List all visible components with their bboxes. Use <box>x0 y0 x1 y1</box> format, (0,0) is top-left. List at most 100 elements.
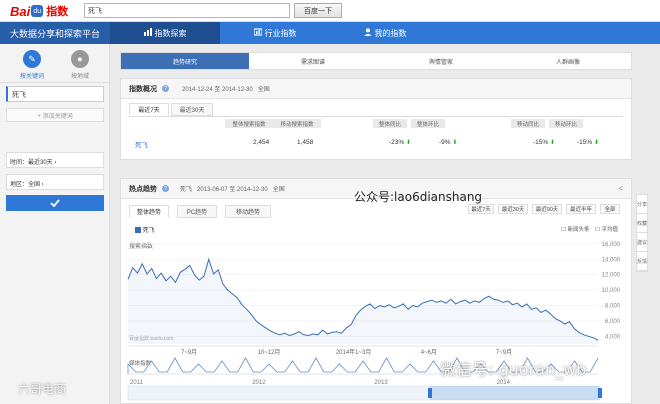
overview-date-range: 2014-12-24 至 2014-12-30 <box>182 87 253 93</box>
user-icon <box>364 28 372 38</box>
pill-last-7-days[interactable]: 最近7天 <box>129 103 169 116</box>
y-tick-label: 10,000 <box>602 288 621 294</box>
timeline-tick-label: 2013 <box>374 380 388 386</box>
tab-label: 指数探索 <box>154 28 187 38</box>
tab-mobile-trend[interactable]: 移动趋势 <box>225 205 271 218</box>
overview-title: 指数概况 <box>129 85 157 93</box>
y-tick-label: 6,000 <box>605 319 621 325</box>
tab-pc-trend[interactable]: PC趋势 <box>177 205 217 218</box>
keyword-input[interactable]: 死飞 <box>6 86 104 102</box>
analysis-subtabs: 趋势研究 需求图谱 舆情管家 人群画像 <box>120 52 632 70</box>
average-checkbox[interactable]: ☐ 平均值 <box>595 225 618 233</box>
range-90-days[interactable]: 最近90天 <box>532 204 562 214</box>
x-tick-label: 4~6月 <box>421 349 437 356</box>
range-all[interactable]: 全部 <box>600 204 620 214</box>
col-mobile-index: 移动搜索指数 <box>273 119 321 128</box>
watermark-wechat-id: 微信号: guoran_wb <box>440 360 587 379</box>
timeline-tick-label: 2012 <box>252 380 266 386</box>
trend-date-range: 2013-06-07 至 2014-12-30 <box>197 187 268 193</box>
sidetab-by-region[interactable]: ● 按地域 <box>58 50 102 84</box>
arrow-down-icon: ⬇ <box>406 140 412 146</box>
mobile-mom-value: -15% ⬇ <box>577 139 599 146</box>
overview-panel: 指数概况 ? 2014-12-24 至 2014-12-30 全国 最近7天 最… <box>120 78 632 160</box>
mobile-index-value: 1,458 <box>297 139 314 146</box>
pill-last-30-days[interactable]: 最近30天 <box>171 103 213 116</box>
logo-text: Bai <box>10 3 31 19</box>
watermark-official-account: 公众号:lao6dianshang <box>354 190 483 204</box>
arrow-down-icon: ⬇ <box>452 140 458 146</box>
series-area <box>128 259 598 344</box>
divider <box>129 116 623 117</box>
side-tool-feedback[interactable]: 反馈 <box>637 252 647 271</box>
region-filter[interactable]: 地区：全国 › <box>6 174 104 190</box>
news-label: 新闻头条 <box>567 227 590 233</box>
logo-suffix: 指数 <box>46 6 69 18</box>
side-tools: 分享 收藏 建议 反馈 <box>636 194 648 272</box>
overall-mom-value: -9% ⬇ <box>439 139 457 146</box>
y-tick-label: 12,000 <box>602 273 621 279</box>
trend-region: 全国 <box>272 187 285 193</box>
col-mobile-mom: 移动环比 <box>549 119 583 128</box>
y-tick-label: 16,000 <box>602 242 621 248</box>
overview-header: 指数概况 ? 2014-12-24 至 2014-12-30 全国 <box>121 79 631 99</box>
help-icon[interactable]: ? <box>162 185 169 192</box>
tab-my-index[interactable]: 我的指数 <box>330 22 440 44</box>
add-keyword-button[interactable]: + 添加关键词 <box>6 108 104 122</box>
top-bar: Bai du 指数 死飞 百度一下 <box>0 0 660 22</box>
timeline-handle-left <box>428 388 432 398</box>
overall-yoy-value: -23% ⬇ <box>389 139 411 146</box>
y-tick-label: 4,000 <box>605 334 621 340</box>
tab-overall-trend[interactable]: 整体趋势 <box>129 205 169 218</box>
baidu-index-logo[interactable]: Bai du 指数 <box>10 3 68 19</box>
tab-pc-trend-label: PC趋势 <box>186 210 208 216</box>
subtab-sentiment[interactable]: 舆情管家 <box>377 53 505 69</box>
news-checkbox[interactable]: ☐ 新闻头条 <box>561 225 589 233</box>
arrow-down-icon: ⬇ <box>550 140 556 146</box>
help-icon[interactable]: ? <box>162 85 169 92</box>
y-tick-label: 8,000 <box>605 303 621 309</box>
mobile-yoy-text: -15% <box>533 139 549 146</box>
check-icon <box>50 199 60 207</box>
time-filter[interactable]: 时间：最近30天 › <box>6 152 104 168</box>
range-half-year[interactable]: 最近半年 <box>566 204 596 214</box>
subtab-crowd[interactable]: 人群画像 <box>505 53 631 69</box>
watermark-brand: 六哥电商 <box>18 382 67 396</box>
confirm-button[interactable] <box>6 195 104 211</box>
trend-title: 热点趋势 <box>129 185 157 193</box>
tab-index-explore[interactable]: 指数探索 <box>110 22 220 44</box>
subtab-trend[interactable]: 趋势研究 <box>121 53 249 69</box>
x-tick-label: 7~9月 <box>496 349 512 356</box>
search-button[interactable]: 百度一下 <box>294 3 342 18</box>
tab-industry-index[interactable]: 行业指数 <box>220 22 330 44</box>
overall-index-value: 2,454 <box>253 139 270 146</box>
mobile-yoy-value: -15% ⬇ <box>533 139 555 146</box>
subtab-demand[interactable]: 需求图谱 <box>249 53 377 69</box>
x-tick-label: 7~9月 <box>181 349 197 356</box>
divider <box>0 82 110 83</box>
x-tick-label: 2014年1~3月 <box>336 348 372 356</box>
share-icon[interactable]: < <box>618 184 623 193</box>
tab-label: 行业指数 <box>264 28 297 38</box>
tab-overall-trend-label: 整体趋势 <box>136 210 161 216</box>
range-30-days[interactable]: 最近30天 <box>498 204 528 214</box>
side-tool-share[interactable]: 分享 <box>637 195 647 214</box>
tab-mobile-trend-label: 移动趋势 <box>235 210 260 216</box>
keyword-link[interactable]: 死飞 <box>135 139 148 149</box>
mobile-mom-text: -15% <box>577 139 593 146</box>
legend-swatch <box>135 227 141 234</box>
timeline-tick-label: 2011 <box>130 380 144 386</box>
timeline-handle-right <box>598 388 602 398</box>
x-tick-label: 10~12月 <box>258 349 281 356</box>
main-nav: 大数据分享和探索平台 指数探索 行业指数 我的指数 <box>0 22 660 44</box>
bar-icon <box>252 28 263 38</box>
legend-label: 死飞 <box>142 228 155 234</box>
chart-icon <box>143 28 152 38</box>
range-7-days[interactable]: 最近7天 <box>468 204 494 214</box>
sidetab-by-keyword[interactable]: ✎ 按关键词 <box>10 50 54 84</box>
platform-title: 大数据分享和探索平台 <box>0 22 110 44</box>
map-pin-icon: ● <box>71 50 89 68</box>
side-tool-suggest[interactable]: 建议 <box>637 233 647 252</box>
search-input[interactable]: 死飞 <box>84 3 290 18</box>
side-tool-favorite[interactable]: 收藏 <box>637 214 647 233</box>
col-overall-index: 整体搜索指数 <box>225 119 273 128</box>
